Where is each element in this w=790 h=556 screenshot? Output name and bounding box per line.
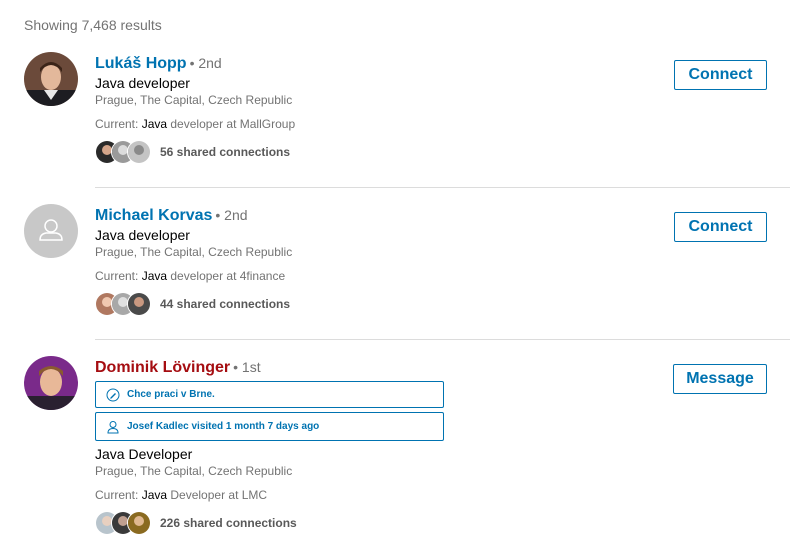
message-button[interactable]: Message (673, 364, 767, 394)
current-position: Current: Java Developer at LMC (95, 487, 790, 504)
profile-name-link[interactable]: Lukáš Hopp (95, 55, 187, 72)
current-label: Current: (95, 269, 142, 283)
shared-connections[interactable]: 56 shared connections (95, 140, 790, 164)
current-label: Current: (95, 488, 142, 502)
profile-visit-text: Josef Kadlec visited 1 month 7 days ago (127, 421, 320, 432)
connection-degree: • 1st (233, 359, 261, 375)
shared-connection-avatars (95, 511, 153, 535)
divider (95, 187, 790, 188)
profile-visit-box[interactable]: Josef Kadlec visited 1 month 7 days ago (95, 412, 444, 441)
shared-connection-avatars (95, 140, 153, 164)
shared-connection-avatars (95, 292, 153, 316)
current-company: Developer at LMC (167, 488, 268, 502)
profile-location: Prague, The Capital, Czech Republic (95, 464, 293, 478)
shared-connections[interactable]: 226 shared connections (95, 511, 790, 535)
current-keyword: Java (141, 488, 168, 502)
current-keyword: Java (141, 269, 168, 283)
profile-location: Prague, The Capital, Czech Republic (95, 245, 293, 259)
connect-button[interactable]: Connect (674, 60, 767, 90)
current-label: Current: (95, 117, 142, 131)
shared-avatar (127, 511, 151, 535)
shared-connections[interactable]: 44 shared connections (95, 292, 790, 316)
note-text: Chce praci v Brne. (127, 389, 215, 400)
connection-degree: • 2nd (189, 55, 222, 71)
profile-headline: Java Developer (95, 446, 193, 462)
person-placeholder-icon (39, 219, 63, 241)
pencil-icon (106, 388, 120, 402)
note-box[interactable]: Chce praci v Brne. (95, 381, 444, 408)
connect-button[interactable]: Connect (674, 212, 767, 242)
shared-avatar (127, 292, 151, 316)
connection-degree: • 2nd (215, 207, 248, 223)
current-position: Current: Java developer at 4finance (95, 268, 790, 285)
profile-name-link[interactable]: Dominik Lövinger (95, 359, 230, 376)
profile-photo-placeholder[interactable] (24, 204, 78, 258)
shared-avatar (127, 140, 151, 164)
current-position: Current: Java developer at MallGroup (95, 116, 790, 133)
shared-connections-count[interactable]: 44 shared connections (160, 297, 290, 311)
profile-name-link[interactable]: Michael Korvas (95, 207, 212, 224)
current-keyword: Java (141, 117, 168, 131)
profile-photo[interactable] (24, 356, 78, 410)
profile-location: Prague, The Capital, Czech Republic (95, 93, 293, 107)
profile-photo[interactable] (24, 52, 78, 106)
shared-connections-count[interactable]: 226 shared connections (160, 516, 297, 530)
current-company: developer at MallGroup (167, 117, 296, 131)
divider (95, 339, 790, 340)
person-outline-icon (106, 420, 120, 434)
current-company: developer at 4finance (167, 269, 286, 283)
results-count: Showing 7,468 results (24, 17, 162, 33)
shared-connections-count[interactable]: 56 shared connections (160, 145, 290, 159)
